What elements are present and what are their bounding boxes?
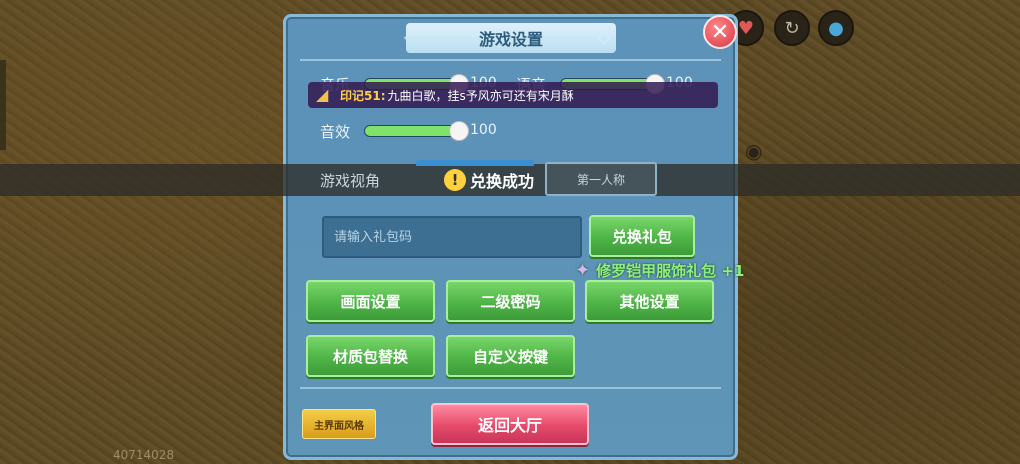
sfx-value: 100 bbox=[470, 122, 497, 138]
gift-notification-text: 修罗铠甲服饰礼包 +1 bbox=[596, 262, 745, 280]
redeem-gift-button[interactable]: 兑换礼包 bbox=[589, 215, 695, 257]
second-password-button[interactable]: 二级密码 bbox=[446, 280, 575, 322]
eye-icon[interactable]: ◉ bbox=[745, 139, 762, 163]
title-ornament-right-icon: ◇ bbox=[598, 27, 611, 46]
exclamation-icon: ! bbox=[444, 169, 466, 191]
water-drop-icon: ● bbox=[828, 17, 844, 39]
left-edge-tab bbox=[0, 60, 6, 150]
custom-keys-button[interactable]: 自定义按键 bbox=[446, 335, 575, 377]
title-divider bbox=[300, 59, 721, 61]
panel-title: 游戏设置 bbox=[478, 30, 543, 49]
heart-icon: ♥ bbox=[737, 17, 755, 39]
player-uid: 40714028 bbox=[113, 448, 175, 462]
sfx-slider-fill bbox=[365, 126, 459, 136]
view-angle-label: 游戏视角 bbox=[320, 172, 381, 190]
main-ui-style-button[interactable]: 主界面风格 bbox=[302, 409, 376, 439]
sfx-slider[interactable] bbox=[364, 121, 469, 141]
first-person-option[interactable]: 第一人称 bbox=[545, 162, 657, 196]
chat-marquee: ◢ 印记51: 九曲白歌，挂s予风亦可还有宋月酥 bbox=[308, 82, 718, 108]
graphics-settings-button[interactable]: 画面设置 bbox=[306, 280, 435, 322]
refresh-stat: ↻ bbox=[774, 10, 810, 46]
sfx-label: 音效 bbox=[320, 123, 351, 141]
toast-message: ! 兑换成功 bbox=[444, 164, 534, 196]
bottom-divider bbox=[300, 387, 721, 389]
sfx-slider-knob[interactable] bbox=[449, 121, 469, 141]
panel-title-banner: 游戏设置 bbox=[406, 23, 616, 53]
other-settings-button[interactable]: 其他设置 bbox=[585, 280, 714, 322]
back-to-lobby-button[interactable]: 返回大厅 bbox=[431, 403, 589, 445]
refresh-icon: ↻ bbox=[784, 17, 800, 39]
marquee-sender: 印记51: bbox=[340, 88, 386, 103]
water-stat: ● bbox=[818, 10, 854, 46]
gift-icon: ✦ bbox=[575, 260, 591, 281]
megaphone-icon: ◢ bbox=[316, 85, 329, 104]
gift-code-input[interactable] bbox=[322, 216, 582, 258]
gift-notification: ✦ 修罗铠甲服饰礼包 +1 bbox=[575, 260, 744, 281]
close-icon: ✕ bbox=[710, 19, 730, 45]
close-button[interactable]: ✕ bbox=[703, 15, 737, 49]
toast-text: 兑换成功 bbox=[470, 172, 535, 191]
texture-pack-button[interactable]: 材质包替换 bbox=[306, 335, 435, 377]
marquee-message: 九曲白歌，挂s予风亦可还有宋月酥 bbox=[387, 88, 574, 103]
